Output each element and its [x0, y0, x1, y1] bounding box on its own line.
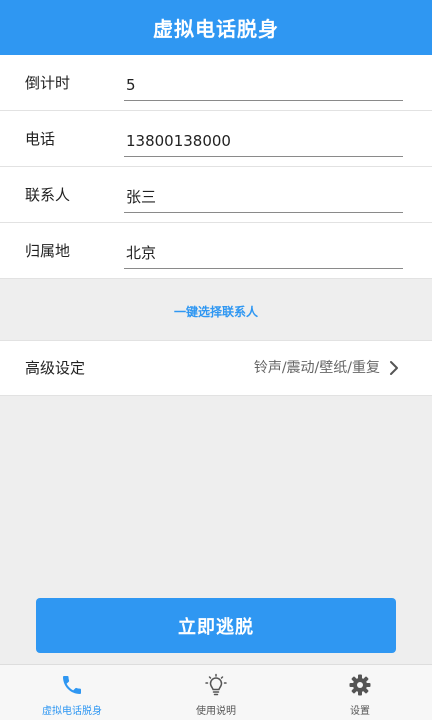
- bottom-tab-bar: 虚拟电话脱身 使用说明 设置: [0, 664, 432, 720]
- location-label: 归属地: [25, 242, 71, 260]
- page-title: 虚拟电话脱身: [153, 17, 279, 41]
- escape-now-button[interactable]: 立即逃脱: [36, 598, 396, 653]
- countdown-label: 倒计时: [25, 74, 71, 92]
- tab-fake-call[interactable]: 虚拟电话脱身: [0, 665, 144, 720]
- advanced-settings-summary: 铃声/震动/壁纸/重复: [253, 360, 380, 376]
- phone-input[interactable]: [124, 125, 403, 157]
- contact-input[interactable]: [124, 181, 403, 213]
- gear-icon: [349, 674, 371, 696]
- tab-label: 使用说明: [196, 706, 236, 717]
- phone-label: 电话: [25, 130, 56, 148]
- countdown-input[interactable]: [124, 69, 403, 101]
- tab-label: 虚拟电话脱身: [42, 706, 102, 717]
- tab-instructions[interactable]: 使用说明: [144, 665, 288, 720]
- advanced-settings-label: 高级设定: [25, 359, 86, 377]
- advanced-settings-row[interactable]: 高级设定 铃声/震动/壁纸/重复: [0, 340, 432, 396]
- location-row: 归属地: [0, 223, 432, 279]
- tab-label: 设置: [350, 706, 370, 717]
- contact-row: 联系人: [0, 167, 432, 223]
- quick-select-contact-button[interactable]: 一键选择联系人: [0, 283, 432, 339]
- chevron-right-icon: [390, 361, 398, 375]
- phone-row: 电话: [0, 111, 432, 167]
- lightbulb-icon: [205, 673, 227, 696]
- countdown-row: 倒计时: [0, 55, 432, 111]
- phone-icon: [63, 676, 81, 694]
- app-header: 虚拟电话脱身: [0, 0, 432, 55]
- tab-settings[interactable]: 设置: [288, 665, 432, 720]
- call-settings-form: 倒计时 电话 联系人 归属地: [0, 55, 432, 279]
- contact-label: 联系人: [25, 186, 71, 204]
- location-input[interactable]: [124, 237, 403, 269]
